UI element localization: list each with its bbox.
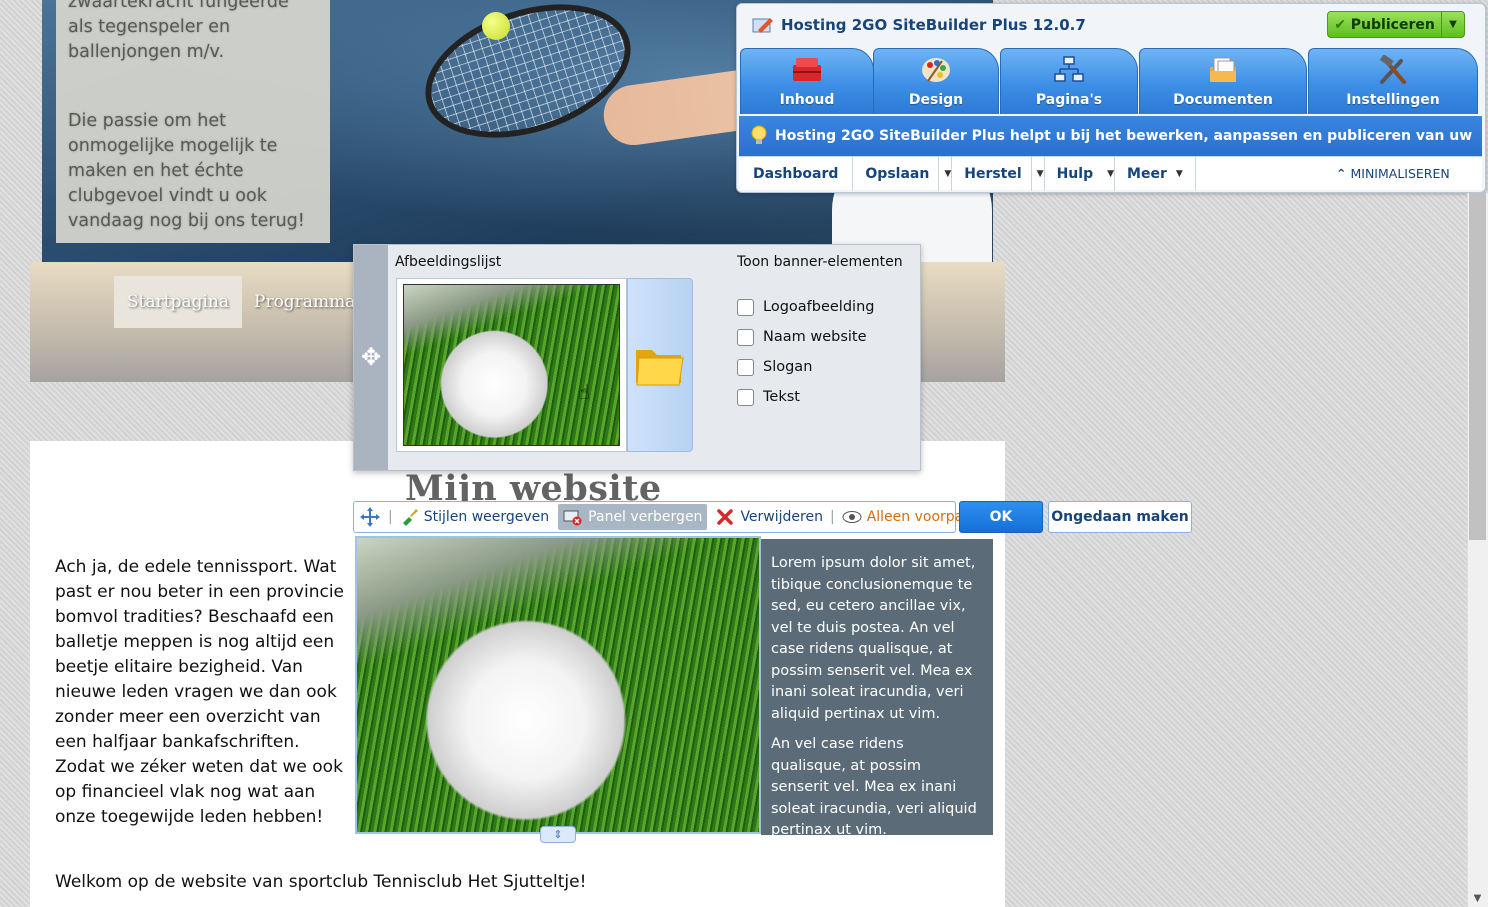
sitemap-icon <box>1054 56 1084 82</box>
sitebuilder-title: Hosting 2GO SiteBuilder Plus 12.0.7 <box>781 16 1086 34</box>
chevron-down-icon[interactable]: ▼ <box>1102 157 1114 191</box>
sitebuilder-logo-icon <box>752 18 773 33</box>
checkbox-naam-website[interactable]: Naam website <box>737 326 867 348</box>
text-box-paragraph: Lorem ipsum dolor sit amet, tibique conc… <box>771 555 976 722</box>
scrollbar-thumb[interactable] <box>1469 193 1486 540</box>
checkbox-logoafbeelding[interactable]: Logoafbeelding <box>737 296 874 318</box>
delete-button[interactable]: Verwijderen <box>711 504 828 530</box>
checkbox-label: Tekst <box>763 389 800 405</box>
delete-label: Verwijderen <box>740 509 823 525</box>
documents-icon <box>1210 57 1236 82</box>
move-icon[interactable] <box>354 504 386 530</box>
menu-dashboard[interactable]: Dashboard <box>739 157 854 191</box>
info-bar: Hosting 2GO SiteBuilder Plus helpt u bij… <box>739 116 1482 184</box>
golf-ball-thumbnail[interactable] <box>403 284 620 446</box>
tab-paginas[interactable]: Pagina's <box>1000 48 1138 114</box>
delete-icon <box>717 509 734 525</box>
chevron-down-icon[interactable]: ▼ <box>1030 157 1044 191</box>
menu-meer[interactable]: Meer ▼ <box>1115 157 1196 191</box>
menu-herstel[interactable]: Herstel ▼ <box>952 157 1045 191</box>
intro-paragraph[interactable]: Ach ja, de edele tennissport. Wat past e… <box>55 555 350 830</box>
element-toolbar: | Stijlen weergeven Panel verbergen Verw… <box>353 501 1003 533</box>
tools-icon <box>1379 55 1406 84</box>
ok-button[interactable]: OK <box>959 501 1043 533</box>
checkbox-label: Slogan <box>763 359 813 375</box>
publish-dropdown-button[interactable]: ▼ <box>1441 11 1465 38</box>
hide-panel-icon <box>563 510 582 526</box>
menu-opslaan[interactable]: Opslaan ▼ <box>853 157 953 191</box>
show-styles-label: Stijlen weergeven <box>423 509 550 525</box>
menu-label: Opslaan <box>865 166 930 182</box>
tab-label: Pagina's <box>1035 92 1103 108</box>
menu-label: Herstel <box>964 166 1022 182</box>
checkbox-tekst[interactable]: Tekst <box>737 386 800 408</box>
publish-button[interactable]: ✔ Publiceren <box>1327 11 1442 38</box>
nav-item-startpagina[interactable]: Startpagina <box>114 276 242 328</box>
checkbox-label: Naam website <box>763 329 867 345</box>
undo-button[interactable]: Ongedaan maken <box>1048 501 1192 533</box>
tab-documenten[interactable]: Documenten <box>1139 48 1307 114</box>
tennis-ball-image <box>482 12 510 40</box>
checkbox[interactable] <box>737 328 754 346</box>
text-box-paragraph: An vel case ridens qualisque, at possim … <box>771 736 977 838</box>
hero-text-paragraph: zwaartekracht fungeerde als tegenspeler … <box>68 0 289 62</box>
text-box[interactable]: Lorem ipsum dolor sit amet, tibique conc… <box>761 539 993 838</box>
tab-inhoud[interactable]: Inhoud <box>740 48 874 114</box>
hand-cursor-icon: ☝ <box>578 380 591 404</box>
menu-label: Meer <box>1127 166 1167 182</box>
chevron-up-icon: ⌃ <box>1336 166 1347 181</box>
checkbox[interactable] <box>737 388 754 406</box>
hero-text-paragraph: Die passie om het onmogelijke mogelijk t… <box>68 111 305 231</box>
nav-item-programma[interactable]: Programma <box>241 276 368 328</box>
golf-ball-image[interactable] <box>355 536 761 834</box>
chevron-down-icon: ▼ <box>1175 169 1183 179</box>
scroll-down-arrow-icon[interactable]: ▼ <box>1469 890 1486 907</box>
tab-instellingen[interactable]: Instellingen <box>1308 48 1478 114</box>
show-styles-button[interactable]: Stijlen weergeven <box>395 504 554 530</box>
folder-icon <box>636 350 684 386</box>
lightbulb-icon <box>751 125 767 144</box>
minimize-label: MINIMALISEREN <box>1350 166 1450 181</box>
tennis-racket-image <box>408 0 648 162</box>
hide-panel-button[interactable]: Panel verbergen <box>558 504 708 530</box>
tab-label: Documenten <box>1173 92 1273 108</box>
toolbox-icon <box>793 58 821 81</box>
publish-label: Publiceren <box>1350 17 1435 33</box>
check-icon: ✔ <box>1334 17 1346 33</box>
image-list-label: Afbeeldingslijst <box>395 254 502 270</box>
hide-panel-label: Panel verbergen <box>588 509 703 525</box>
checkbox[interactable] <box>737 298 754 316</box>
resize-handle[interactable]: ⇕ <box>540 826 576 843</box>
brush-icon <box>402 509 418 526</box>
tab-label: Inhoud <box>779 92 835 108</box>
checkbox-slogan[interactable]: Slogan <box>737 356 812 378</box>
move-handle-icon[interactable]: ✥ <box>354 245 388 470</box>
palette-icon <box>922 58 950 82</box>
checkbox-label: Logoafbeelding <box>763 299 875 315</box>
tab-design[interactable]: Design <box>873 48 999 114</box>
eye-icon <box>842 511 862 523</box>
tab-label: Design <box>908 92 964 108</box>
welcome-text[interactable]: Welkom op de website van sportclub Tenni… <box>55 872 586 892</box>
hero-text-box: zwaartekracht fungeerde als tegenspeler … <box>56 0 330 243</box>
tab-label: Instellingen <box>1346 92 1440 108</box>
banner-elements-label: Toon banner-elementen <box>737 254 903 270</box>
checkbox[interactable] <box>737 358 754 376</box>
chevron-down-icon[interactable]: ▼ <box>938 157 951 191</box>
menu-hulp[interactable]: Hulp ▼ <box>1045 157 1116 191</box>
menu-label: Hulp <box>1056 166 1094 182</box>
minimize-button[interactable]: ⌃ MINIMALISEREN <box>1336 166 1450 181</box>
